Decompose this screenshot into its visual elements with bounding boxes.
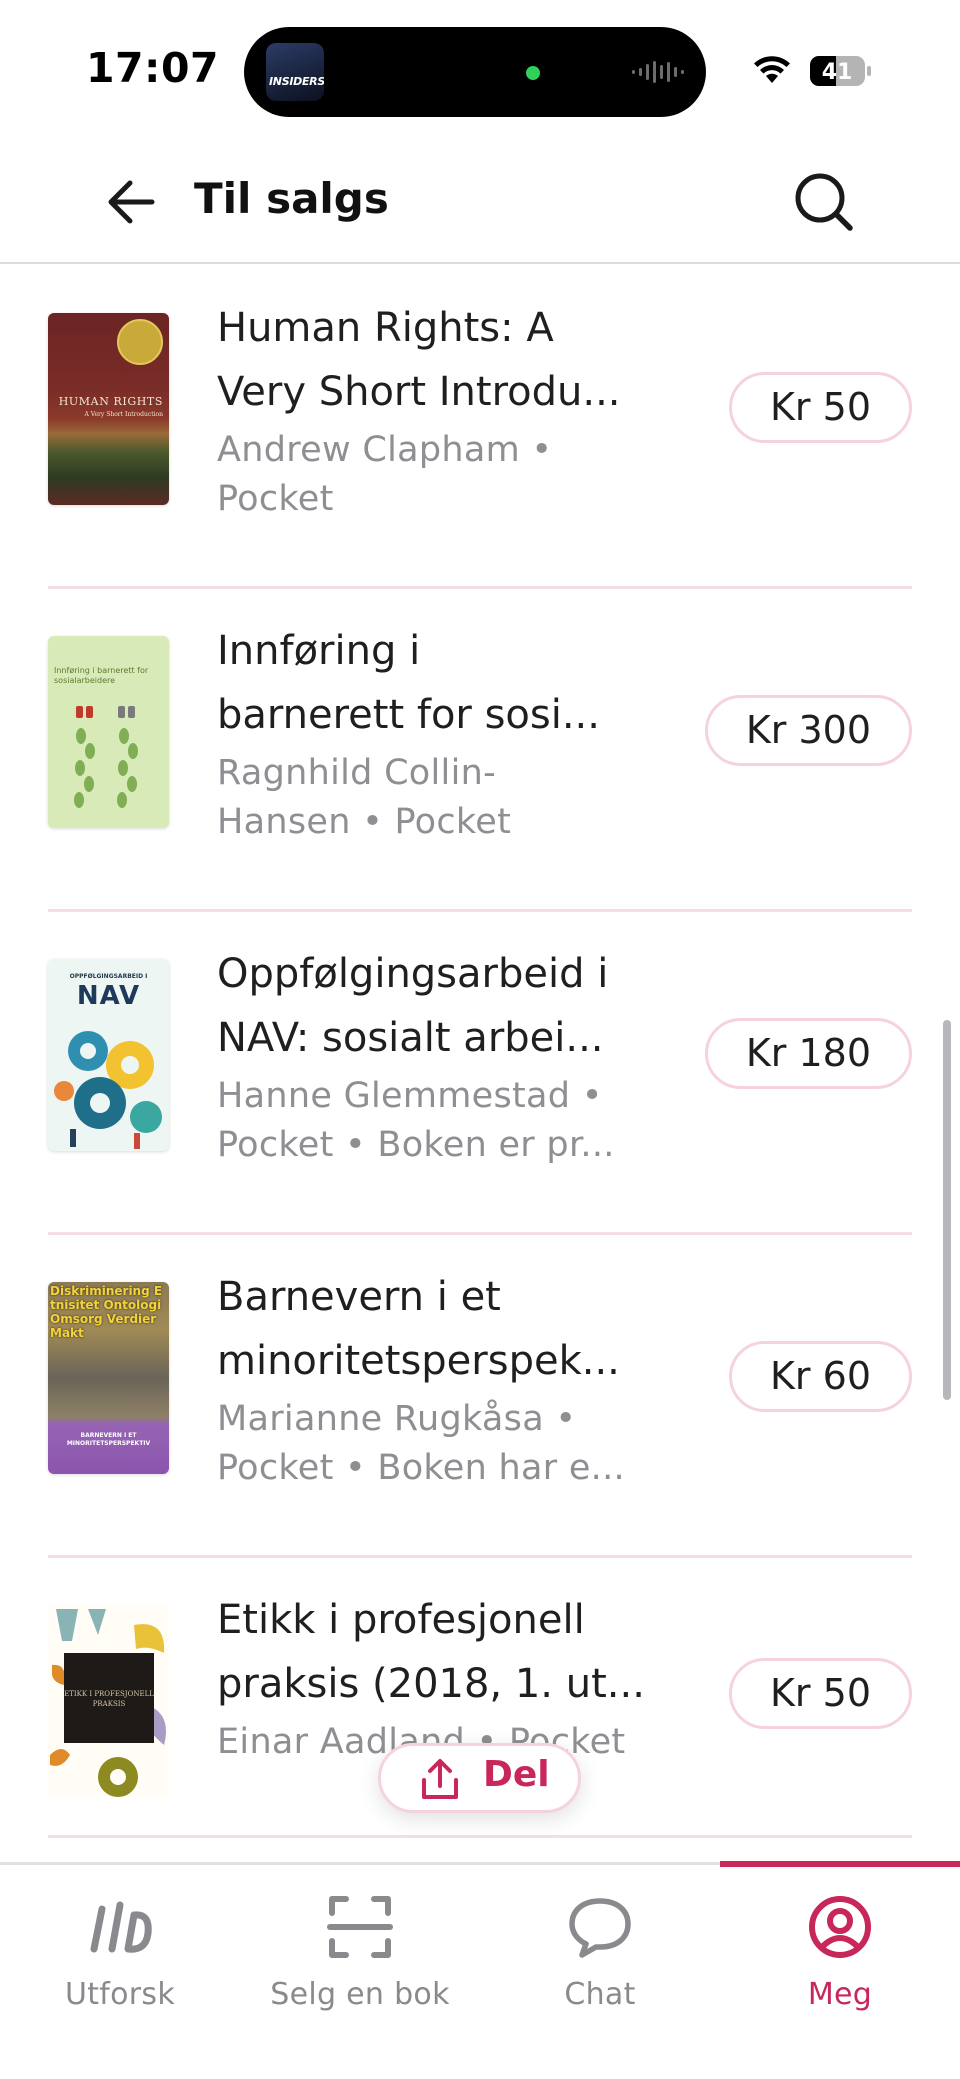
tab-label: Utforsk xyxy=(64,1977,176,2012)
live-activity-thumbnail: INSIDERS xyxy=(266,43,324,101)
tab-label: Selg en bok xyxy=(270,1977,450,2012)
scan-icon xyxy=(327,1896,393,1958)
book-title-line: Oppfølgingsarbeid i xyxy=(217,951,609,997)
book-meta-line: Marianne Rugkåsa • xyxy=(217,1399,577,1439)
wifi-icon xyxy=(754,56,790,83)
book-title-line: Very Short Introdu... xyxy=(217,369,621,415)
share-label: Del xyxy=(483,1754,550,1795)
tab-label: Meg xyxy=(807,1977,873,2012)
book-title-line: Innføring i xyxy=(217,628,421,674)
book-title-line: Etikk i profesjonell xyxy=(217,1597,585,1643)
tab-bar: Utforsk Selg en bok Chat Meg xyxy=(0,1861,960,2079)
book-cover-image: ETIKK I PROFESJONELL PRAKSIS xyxy=(48,1605,169,1797)
cover-title-block: ETIKK I PROFESJONELL PRAKSIS xyxy=(64,1653,154,1743)
book-meta: Ragnhild Collin- Hansen • Pocket xyxy=(217,749,677,847)
search-icon[interactable] xyxy=(790,168,858,236)
cover-word-collage: Diskriminering Etnisitet Ontologi Omsorg… xyxy=(50,1284,163,1340)
price-button[interactable]: Kr 180 xyxy=(704,1018,912,1089)
share-icon xyxy=(422,1759,458,1799)
battery-icon: 41 xyxy=(810,56,872,86)
book-list-item[interactable]: HUMAN RIGHTS A Very Short Introduction H… xyxy=(48,266,912,589)
tab-meg[interactable]: Meg xyxy=(720,1861,960,2065)
scrollbar[interactable] xyxy=(943,1020,951,1400)
cover-title: HUMAN RIGHTS xyxy=(58,395,163,408)
book-list-item[interactable]: Innføring i barnerett for sosialarbeider… xyxy=(48,589,912,912)
book-meta-line: Hansen • Pocket xyxy=(217,802,512,842)
status-bar: 17:07 INSIDERS 41 xyxy=(0,0,960,130)
logo-icon xyxy=(90,1901,152,1953)
book-cover-image: HUMAN RIGHTS A Very Short Introduction xyxy=(48,313,169,505)
book-title: Etikk i profesjonell praksis (2018, 1. u… xyxy=(217,1588,677,1716)
chat-bubble-icon xyxy=(569,1898,631,1958)
book-title-line: Human Rights: A xyxy=(217,305,554,351)
book-meta-line: Pocket • Boken er pr... xyxy=(217,1125,615,1165)
recording-indicator-icon xyxy=(526,66,540,80)
book-title-line: minoritetsperspek... xyxy=(217,1338,620,1384)
page-title: Til salgs xyxy=(194,174,389,223)
share-button[interactable]: Del xyxy=(378,1743,581,1813)
tab-utforsk[interactable]: Utforsk xyxy=(0,1865,240,2065)
price-button[interactable]: Kr 60 xyxy=(729,1341,912,1412)
dynamic-island[interactable]: INSIDERS xyxy=(244,27,706,117)
book-meta-line: Ragnhild Collin- xyxy=(217,753,497,793)
price-button[interactable]: Kr 50 xyxy=(729,372,912,443)
tab-selg-en-bok[interactable]: Selg en bok xyxy=(240,1865,480,2065)
book-title: Innføring i barnerett for sosi... xyxy=(217,619,677,747)
cover-subtitle: A Very Short Introduction xyxy=(84,411,163,418)
book-list-item[interactable]: OPPFØLGINGSARBEID I NAV Oppfølgingsarbei… xyxy=(48,912,912,1235)
book-cover-image: OPPFØLGINGSARBEID I NAV xyxy=(48,959,169,1151)
award-seal-icon xyxy=(117,319,163,365)
book-title-line: barnerett for sosi... xyxy=(217,692,600,738)
book-title-line: NAV: sosialt arbei... xyxy=(217,1015,604,1061)
gears-illustration xyxy=(54,1031,162,1149)
footprints-illustration xyxy=(74,706,138,808)
book-cover-image: Innføring i barnerett for sosialarbeider… xyxy=(48,636,169,828)
profile-icon xyxy=(809,1896,871,1958)
book-title-line: Barnevern i et xyxy=(217,1274,501,1320)
back-arrow-icon[interactable] xyxy=(100,170,164,234)
row-divider xyxy=(48,1835,912,1838)
book-meta: Hanne Glemmestad • Pocket • Boken er pr.… xyxy=(217,1072,677,1170)
cover-title: BARNEVERN I ET MINORITETSPERSPEKTIV xyxy=(66,1432,151,1447)
price-button[interactable]: Kr 50 xyxy=(729,1658,912,1729)
book-meta-line: Hanne Glemmestad • xyxy=(217,1076,603,1116)
book-title-line: praksis (2018, 1. ut... xyxy=(217,1661,645,1707)
battery-level: 41 xyxy=(822,60,853,85)
book-title: Oppfølgingsarbeid i NAV: sosialt arbei..… xyxy=(217,942,677,1070)
status-time: 17:07 xyxy=(86,44,220,92)
audio-waveform-icon xyxy=(632,61,684,83)
cover-subtitle: OPPFØLGINGSARBEID I xyxy=(69,973,148,980)
book-list-item[interactable]: Diskriminering Etnisitet Ontologi Omsorg… xyxy=(48,1235,912,1558)
book-meta: Andrew Clapham • Pocket xyxy=(217,426,677,524)
book-meta-line: Pocket xyxy=(217,479,334,519)
tab-label: Chat xyxy=(564,1977,636,2012)
price-button[interactable]: Kr 300 xyxy=(704,695,912,766)
book-cover-image: Diskriminering Etnisitet Ontologi Omsorg… xyxy=(48,1282,169,1474)
book-meta-line: Andrew Clapham • xyxy=(217,430,553,470)
cover-title: Innføring i barnerett for sosialarbeider… xyxy=(54,666,149,685)
live-activity-label: INSIDERS xyxy=(269,75,324,88)
cover-title: ETIKK I PROFESJONELL PRAKSIS xyxy=(64,1690,154,1708)
tab-chat[interactable]: Chat xyxy=(480,1865,720,2065)
app-header: Til salgs xyxy=(0,140,960,264)
book-title: Human Rights: A Very Short Introdu... xyxy=(217,296,677,424)
book-title: Barnevern i et minoritetsperspek... xyxy=(217,1265,677,1393)
cover-title: NAV xyxy=(76,981,141,1011)
book-meta-line: Pocket • Boken har e... xyxy=(217,1448,625,1488)
book-meta: Marianne Rugkåsa • Pocket • Boken har e.… xyxy=(217,1395,677,1493)
